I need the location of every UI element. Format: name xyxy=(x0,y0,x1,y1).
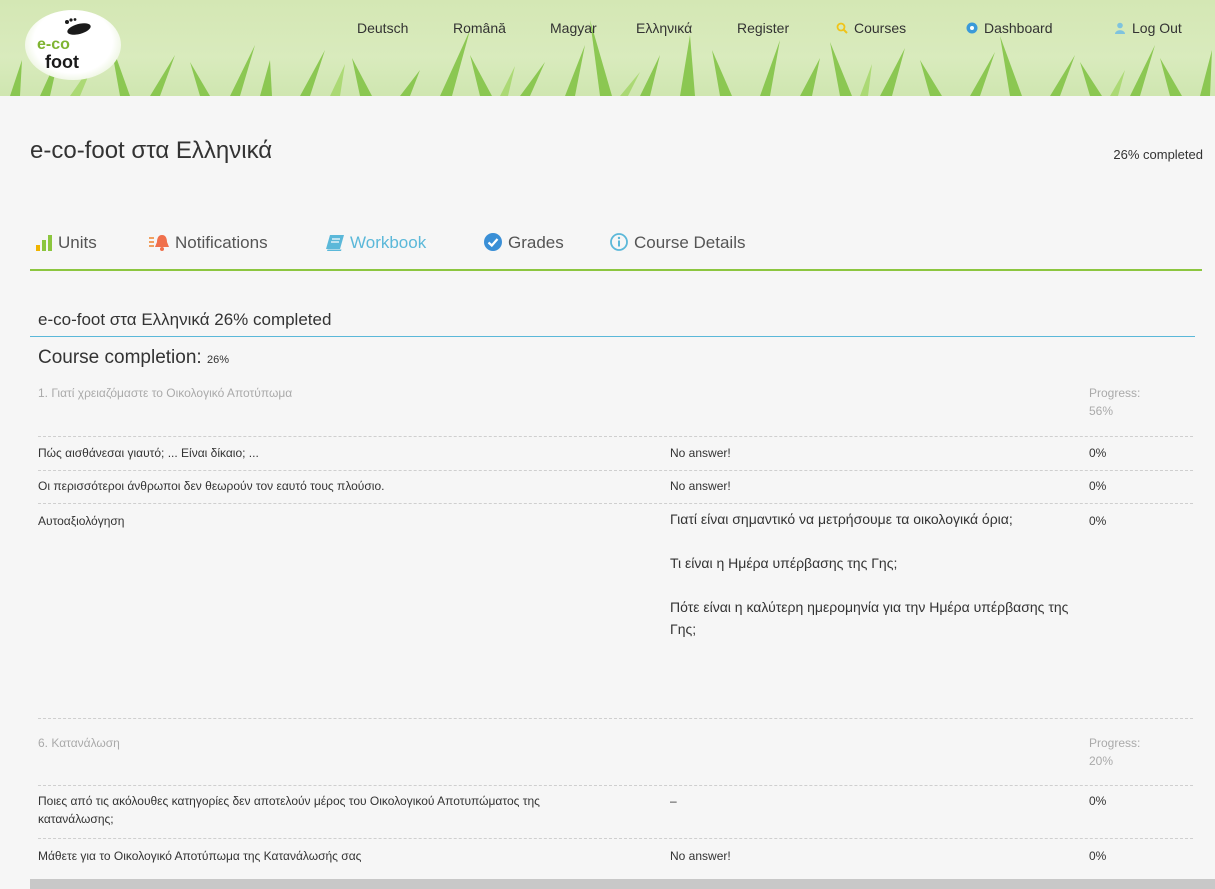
row-score: 0% xyxy=(1089,446,1107,460)
row-question: Ποιες από τις ακόλουθες κατηγορίες δεν α… xyxy=(38,794,540,826)
tab-workbook-label: Workbook xyxy=(350,233,427,252)
course-completed-status: 26% completed xyxy=(1113,147,1203,162)
nav-romana-link[interactable]: Română xyxy=(453,20,506,36)
row-separator xyxy=(38,718,1193,719)
workbook-heading: e-co-foot στα Ελληνικά 26% completed xyxy=(38,310,332,329)
unit-progress-label: Progress: xyxy=(1089,736,1141,750)
course-completion-value: 26% xyxy=(206,354,230,366)
nav-dashboard-label: Dashboard xyxy=(984,20,1053,36)
row-answer: No answer! xyxy=(670,479,731,493)
tab-notifications[interactable]: Notifications xyxy=(149,233,268,253)
grass-banner-graphic xyxy=(10,20,1212,96)
row-separator xyxy=(38,838,1193,839)
unit-title: 1. Γιατί χρειαζόμαστε το Οικολογικό Αποτ… xyxy=(38,386,293,400)
unit-progress: Progress: 20% xyxy=(1089,734,1140,770)
row-score: 0% xyxy=(1089,794,1107,808)
row-question: Οι περισσότεροι άνθρωποι δεν θεωρούν τον… xyxy=(38,479,385,493)
tab-units[interactable]: Units xyxy=(36,233,97,253)
nav-deutsch-link[interactable]: Deutsch xyxy=(357,20,408,36)
book-icon xyxy=(326,235,344,251)
logo-text-foot: foot xyxy=(45,52,79,72)
course-completion: Course completion: 26% xyxy=(38,347,229,369)
row-score: 0% xyxy=(1089,514,1107,528)
tab-units-label: Units xyxy=(58,233,97,252)
nav-dashboard-link[interactable]: Dashboard xyxy=(966,20,1053,36)
nav-courses-link[interactable]: Courses xyxy=(836,20,906,36)
unit-progress: Progress: 56% xyxy=(1089,384,1140,420)
nav-logout-label: Log Out xyxy=(1132,20,1182,36)
course-title: e-co-foot στα Ελληνικά xyxy=(30,137,273,164)
workbook-heading-underline xyxy=(30,336,1195,337)
row-separator xyxy=(38,436,1193,437)
unit-progress-value: 56% xyxy=(1089,404,1114,418)
answer-paragraph: Τι είναι η Ημέρα υπέρβασης της Γης; xyxy=(670,555,898,571)
search-icon xyxy=(836,22,848,34)
user-icon xyxy=(1115,22,1125,34)
row-score: 0% xyxy=(1089,479,1107,493)
bar-chart-icon xyxy=(36,235,52,251)
row-question: Μάθετε για το Οικολογικό Αποτύπωμα της Κ… xyxy=(38,849,362,863)
row-answer: No answer! xyxy=(670,849,731,863)
check-circle-icon xyxy=(484,233,502,251)
unit-progress-label: Progress: xyxy=(1089,386,1141,400)
tab-workbook[interactable]: Workbook xyxy=(326,233,426,253)
row-separator xyxy=(38,785,1193,786)
row-question: Αυτοαξιολόγηση xyxy=(38,514,125,528)
tab-grades-label: Grades xyxy=(508,233,564,252)
row-separator xyxy=(38,470,1193,471)
nav-courses-label: Courses xyxy=(854,20,907,36)
tab-grades[interactable]: Grades xyxy=(484,233,564,253)
row-score: 0% xyxy=(1089,849,1107,863)
bell-icon xyxy=(149,235,169,251)
row-answer: No answer! xyxy=(670,446,731,460)
row-question: Πώς αισθάνεσαι γιαυτό; ... Είναι δίκαιο;… xyxy=(38,446,259,460)
unit-title: 6. Κατανάλωση xyxy=(38,736,120,750)
row-separator xyxy=(38,503,1193,504)
dashboard-icon xyxy=(966,22,978,34)
horizontal-scrollbar[interactable] xyxy=(30,879,1215,889)
answer-paragraph: Πότε είναι η καλύτερη ημερομηνία για την… xyxy=(670,599,1069,637)
tab-course-details[interactable]: Course Details xyxy=(610,233,746,253)
nav-logout-link[interactable]: Log Out xyxy=(1114,20,1182,36)
nav-register-link[interactable]: Register xyxy=(737,20,789,36)
course-completion-label: Course completion: xyxy=(38,347,202,368)
answer-paragraph: Γιατί είναι σημαντικό να μετρήσουμε τα ο… xyxy=(670,511,1013,527)
unit-progress-value: 20% xyxy=(1089,754,1114,768)
nav-magyar-link[interactable]: Magyar xyxy=(550,20,597,36)
tabs-divider xyxy=(30,269,1202,271)
row-answer: Γιατί είναι σημαντικό να μετρήσουμε τα ο… xyxy=(670,508,1070,662)
top-nav: Deutsch Română Magyar Ελληνικά Register … xyxy=(0,20,1215,40)
tab-notifications-label: Notifications xyxy=(175,233,268,252)
tab-course-details-label: Course Details xyxy=(634,233,746,252)
site-header: e-co foot Deutsch Română Magyar Ελληνικά… xyxy=(0,0,1215,96)
row-answer: – xyxy=(670,794,677,808)
nav-ellinika-link[interactable]: Ελληνικά xyxy=(636,20,692,36)
info-icon xyxy=(610,233,628,251)
